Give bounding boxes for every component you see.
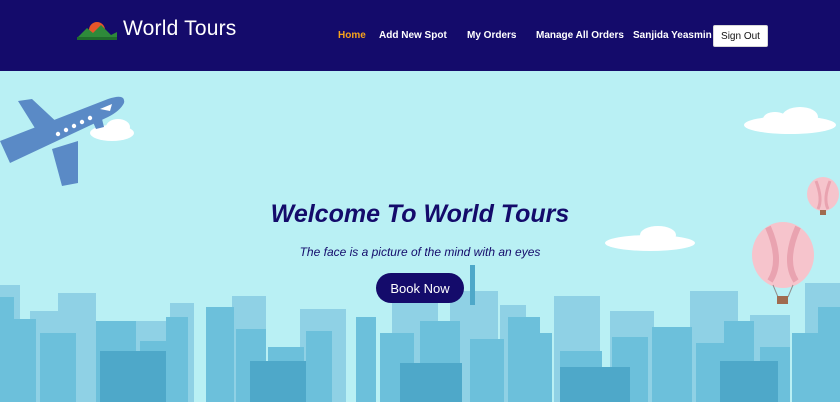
- nav-home[interactable]: Home: [338, 30, 366, 41]
- mountain-sun-logo-icon: [77, 22, 117, 40]
- hero-title: Welcome To World Tours: [270, 200, 570, 228]
- hero-banner: Welcome To World Tours The face is a pic…: [0, 71, 840, 402]
- nav-add-new-spot[interactable]: Add New Spot: [379, 30, 447, 41]
- brand[interactable]: World Tours: [77, 17, 236, 41]
- top-navbar: World Tours Home Add New Spot My Orders …: [0, 0, 840, 71]
- hero-subtitle: The face is a picture of the mind with a…: [299, 245, 541, 259]
- book-now-button[interactable]: Book Now: [376, 273, 464, 303]
- sign-out-button[interactable]: Sign Out: [713, 25, 768, 47]
- user-name: Sanjida Yeasmin: [633, 30, 712, 41]
- brand-name: World Tours: [123, 17, 237, 40]
- nav-manage-all-orders[interactable]: Manage All Orders: [536, 30, 624, 41]
- nav-my-orders[interactable]: My Orders: [467, 30, 516, 41]
- hero-background: [0, 71, 840, 402]
